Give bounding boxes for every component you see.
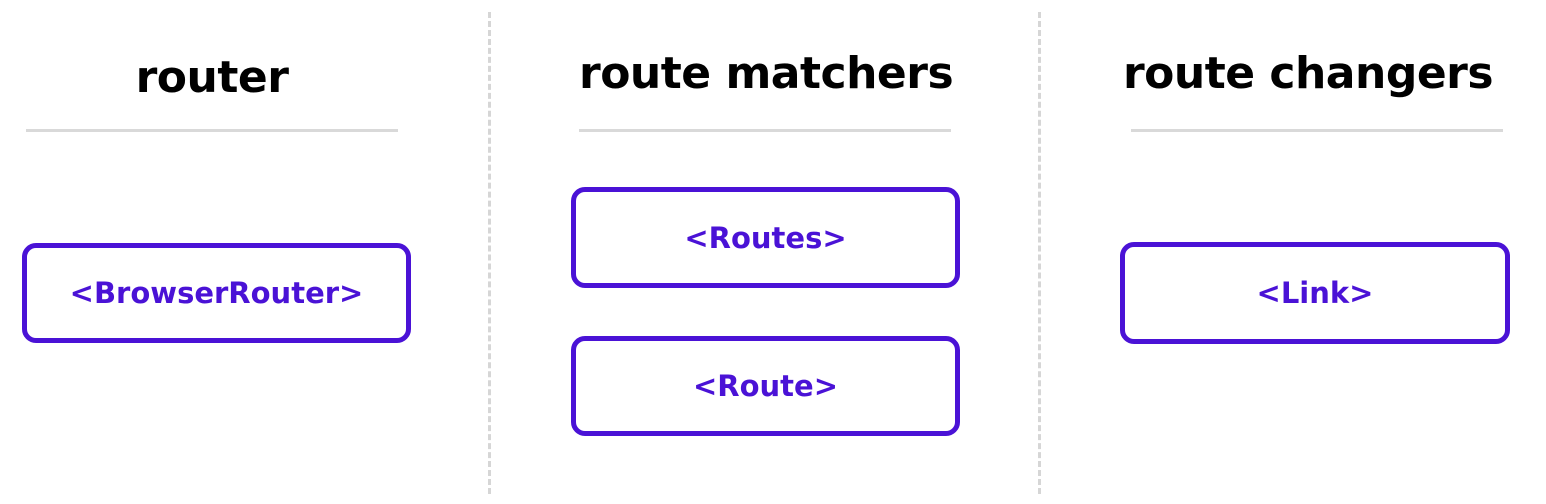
browser-router-label: <BrowserRouter> — [69, 276, 364, 310]
browser-router-box: <BrowserRouter> — [22, 243, 411, 343]
link-box: <Link> — [1120, 242, 1510, 344]
route-label: <Route> — [692, 369, 839, 403]
link-label: <Link> — [1256, 276, 1374, 310]
routes-label: <Routes> — [684, 220, 847, 255]
route-box: <Route> — [571, 336, 960, 436]
routes-box: <Routes> — [571, 187, 960, 288]
column-divider-right — [1038, 12, 1041, 494]
column-divider-left — [488, 12, 491, 494]
route-matchers-heading: route matchers — [579, 48, 954, 99]
react-router-diagram: router <BrowserRouter> route matchers <R… — [0, 0, 1546, 504]
route-matchers-heading-rule — [579, 129, 951, 132]
route-changers-heading-rule — [1131, 129, 1503, 132]
route-changers-heading: route changers — [1122, 48, 1494, 99]
router-heading-rule — [26, 129, 398, 132]
router-heading: router — [135, 52, 289, 103]
